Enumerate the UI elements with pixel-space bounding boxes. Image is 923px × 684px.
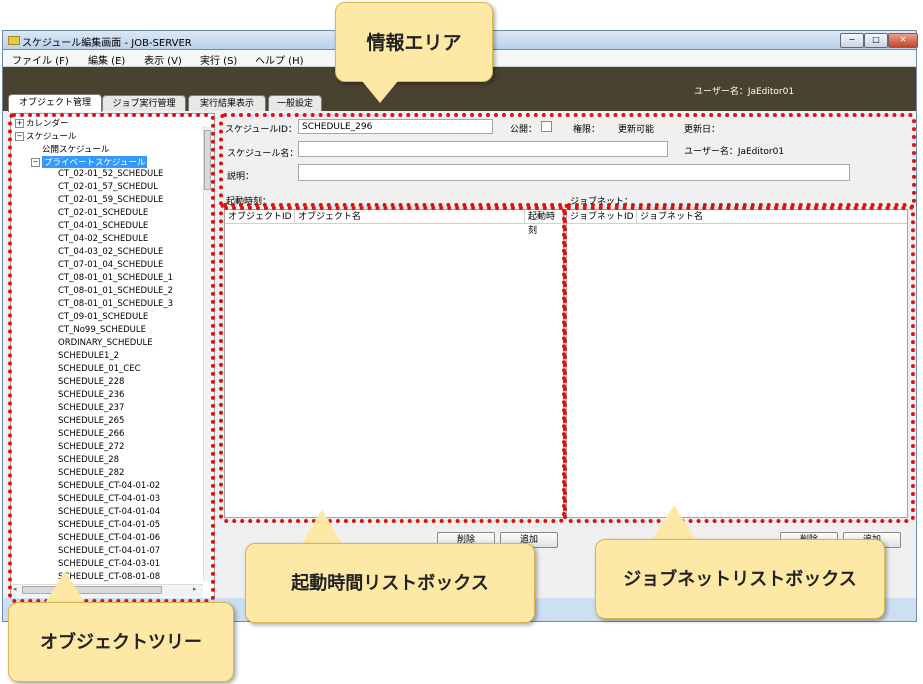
menu-run[interactable]: 実行 (S) — [200, 52, 237, 67]
header-user-name: ユーザー名：JaEditor01 — [694, 87, 795, 97]
menu-edit[interactable]: 編集 (E) — [88, 52, 125, 67]
callout-pointer — [362, 81, 398, 103]
callout-pointer — [652, 505, 696, 540]
callout-info-area: 情報エリア — [335, 2, 493, 82]
menu-help[interactable]: ヘルプ (H) — [255, 52, 304, 67]
annotation-start-time-box — [219, 203, 566, 523]
tab-general-settings[interactable]: 一般設定 — [268, 95, 322, 111]
annotation-object-tree-box — [8, 113, 215, 603]
callout-jobnet-listbox: ジョブネットリストボックス — [595, 539, 885, 619]
annotation-info-area-box — [219, 113, 916, 210]
menu-file[interactable]: ファイル (F) — [12, 52, 69, 67]
window-title: スケジュール編集画面 - JOB-SERVER — [22, 38, 192, 49]
close-button[interactable]: ✕ — [888, 33, 918, 48]
callout-start-time-listbox: 起動時間リストボックス — [245, 543, 535, 623]
menu-view[interactable]: 表示 (V) — [144, 52, 182, 67]
callout-pointer — [45, 571, 85, 603]
minimize-button[interactable]: − — [840, 33, 864, 48]
annotation-jobnet-box — [563, 203, 915, 523]
callout-pointer — [302, 509, 342, 544]
callout-object-tree: オブジェクトツリー — [8, 602, 234, 682]
tab-object-management[interactable]: オブジェクト管理 — [8, 94, 102, 112]
tab-result-view[interactable]: 実行結果表示 — [188, 95, 266, 111]
maximize-button[interactable]: □ — [864, 33, 888, 48]
app-icon — [8, 36, 20, 45]
tab-job-execution[interactable]: ジョブ実行管理 — [102, 95, 186, 111]
